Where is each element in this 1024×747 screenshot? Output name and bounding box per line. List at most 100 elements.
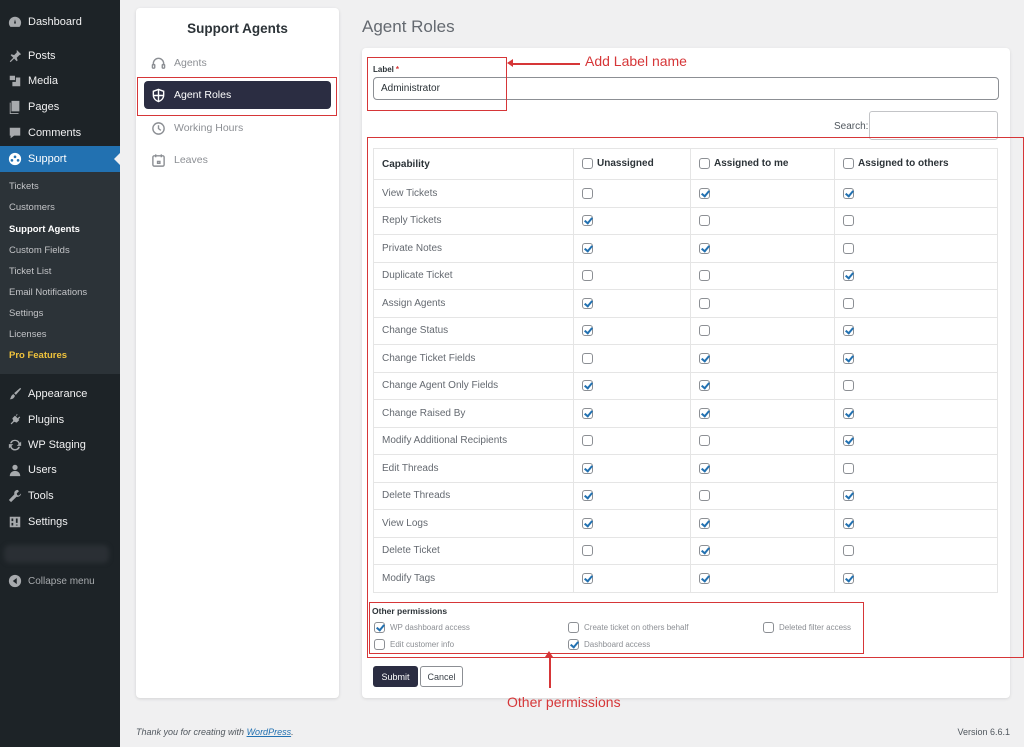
search-input[interactable] [869, 111, 998, 140]
permission-option-deleted-filter-access[interactable]: Deleted filter access [763, 622, 851, 633]
permission-option-create-ticket-on-others-behalf[interactable]: Create ticket on others behalf [568, 622, 689, 633]
permission-checkbox[interactable] [699, 435, 710, 447]
permission-checkbox[interactable] [699, 187, 710, 199]
permission-cell [834, 206, 998, 235]
media-icon [7, 73, 23, 89]
permission-checkbox[interactable] [843, 380, 854, 392]
table-row: View Logs [373, 509, 998, 538]
permission-cell [573, 179, 691, 208]
menu-item-plugins[interactable]: Plugins [0, 407, 120, 433]
menu-item-posts[interactable]: Posts [0, 43, 120, 69]
select-all-checkbox[interactable] [843, 158, 854, 170]
permission-checkbox[interactable] [843, 490, 854, 502]
menu-item-users[interactable]: Users [0, 457, 120, 483]
footer-period: . [291, 727, 294, 737]
permission-checkbox[interactable] [843, 407, 854, 419]
permission-cell [834, 371, 998, 400]
permission-checkbox[interactable] [699, 215, 710, 227]
menu-item-settings[interactable]: Settings [0, 509, 120, 535]
permission-checkbox[interactable] [843, 517, 854, 529]
permission-checkbox[interactable] [582, 435, 593, 447]
menu-item-pages[interactable]: Pages [0, 94, 120, 120]
label-caption-text: Label [373, 65, 394, 74]
permission-checkbox[interactable] [582, 407, 593, 419]
permission-option-wp-dashboard-access[interactable]: WP dashboard access [374, 622, 470, 633]
label-input[interactable] [373, 77, 999, 100]
submit-button[interactable]: Submit [373, 666, 418, 687]
permission-checkbox[interactable] [582, 517, 593, 529]
permission-checkbox[interactable] [843, 242, 854, 254]
option-checkbox[interactable] [568, 622, 579, 633]
menu-item-wp-staging[interactable]: WP Staging [0, 432, 120, 458]
menu-item-appearance[interactable]: Appearance [0, 381, 120, 407]
permission-checkbox[interactable] [582, 352, 593, 364]
permission-checkbox[interactable] [699, 490, 710, 502]
menu-item-support[interactable]: Support [0, 146, 120, 172]
permission-checkbox[interactable] [843, 297, 854, 309]
permission-checkbox[interactable] [582, 215, 593, 227]
permission-checkbox[interactable] [582, 297, 593, 309]
permission-checkbox[interactable] [843, 462, 854, 474]
capability-name: Modify Additional Recipients [373, 426, 574, 455]
panel-item-leaves[interactable]: Leaves [144, 146, 331, 174]
permission-checkbox[interactable] [582, 242, 593, 254]
permission-checkbox[interactable] [582, 325, 593, 337]
submenu-item-email-notifications[interactable]: Email Notifications [9, 287, 87, 298]
cancel-button[interactable]: Cancel [420, 666, 463, 687]
pushpin-icon [7, 48, 23, 64]
permission-checkbox[interactable] [699, 352, 710, 364]
permission-checkbox[interactable] [699, 572, 710, 584]
permission-checkbox[interactable] [582, 490, 593, 502]
permission-option-dashboard-access[interactable]: Dashboard access [568, 639, 650, 650]
menu-item-comments[interactable]: Comments [0, 120, 120, 146]
permission-checkbox[interactable] [699, 297, 710, 309]
permission-checkbox[interactable] [843, 215, 854, 227]
option-checkbox[interactable] [374, 622, 385, 633]
menu-item-label: Tools [28, 490, 54, 502]
select-all-checkbox[interactable] [582, 158, 593, 170]
option-checkbox[interactable] [763, 622, 774, 633]
permission-checkbox[interactable] [699, 325, 710, 337]
submenu-item-pro-features[interactable]: Pro Features [9, 350, 67, 361]
permission-checkbox[interactable] [843, 545, 854, 557]
submenu-item-ticket-list[interactable]: Ticket List [9, 266, 51, 277]
permission-option-edit-customer-info[interactable]: Edit customer info [374, 639, 454, 650]
capability-name: Modify Tags [373, 564, 574, 593]
submenu-item-settings[interactable]: Settings [9, 308, 43, 319]
submenu-item-support-agents[interactable]: Support Agents [9, 224, 80, 235]
menu-item-tools[interactable]: Tools [0, 483, 120, 509]
submenu-item-tickets[interactable]: Tickets [9, 181, 39, 192]
permission-checkbox[interactable] [699, 517, 710, 529]
permission-checkbox[interactable] [582, 462, 593, 474]
menu-item-media[interactable]: Media [0, 68, 120, 94]
permission-checkbox[interactable] [699, 270, 710, 282]
permission-checkbox[interactable] [699, 462, 710, 474]
permission-checkbox[interactable] [582, 545, 593, 557]
permission-checkbox[interactable] [582, 270, 593, 282]
permission-checkbox[interactable] [699, 242, 710, 254]
permission-checkbox[interactable] [699, 545, 710, 557]
panel-item-agents[interactable]: Agents [144, 49, 331, 77]
permission-checkbox[interactable] [843, 352, 854, 364]
permission-checkbox[interactable] [843, 270, 854, 282]
permission-checkbox[interactable] [843, 325, 854, 337]
collapse-menu-button[interactable]: Collapse menu [0, 568, 120, 594]
menu-item-dashboard[interactable]: Dashboard [0, 9, 120, 35]
submenu-item-custom-fields[interactable]: Custom Fields [9, 245, 70, 256]
option-checkbox[interactable] [374, 639, 385, 650]
panel-item-agent-roles[interactable]: Agent Roles [144, 81, 331, 109]
wordpress-link[interactable]: WordPress [247, 727, 292, 737]
permission-checkbox[interactable] [843, 187, 854, 199]
option-checkbox[interactable] [568, 639, 579, 650]
permission-checkbox[interactable] [843, 435, 854, 447]
permission-checkbox[interactable] [843, 572, 854, 584]
permission-checkbox[interactable] [699, 407, 710, 419]
submenu-item-customers[interactable]: Customers [9, 202, 55, 213]
permission-checkbox[interactable] [582, 380, 593, 392]
select-all-checkbox[interactable] [699, 158, 710, 170]
permission-checkbox[interactable] [699, 380, 710, 392]
permission-checkbox[interactable] [582, 187, 593, 199]
submenu-item-licenses[interactable]: Licenses [9, 329, 47, 340]
permission-checkbox[interactable] [582, 572, 593, 584]
panel-item-working-hours[interactable]: Working Hours [144, 114, 331, 142]
